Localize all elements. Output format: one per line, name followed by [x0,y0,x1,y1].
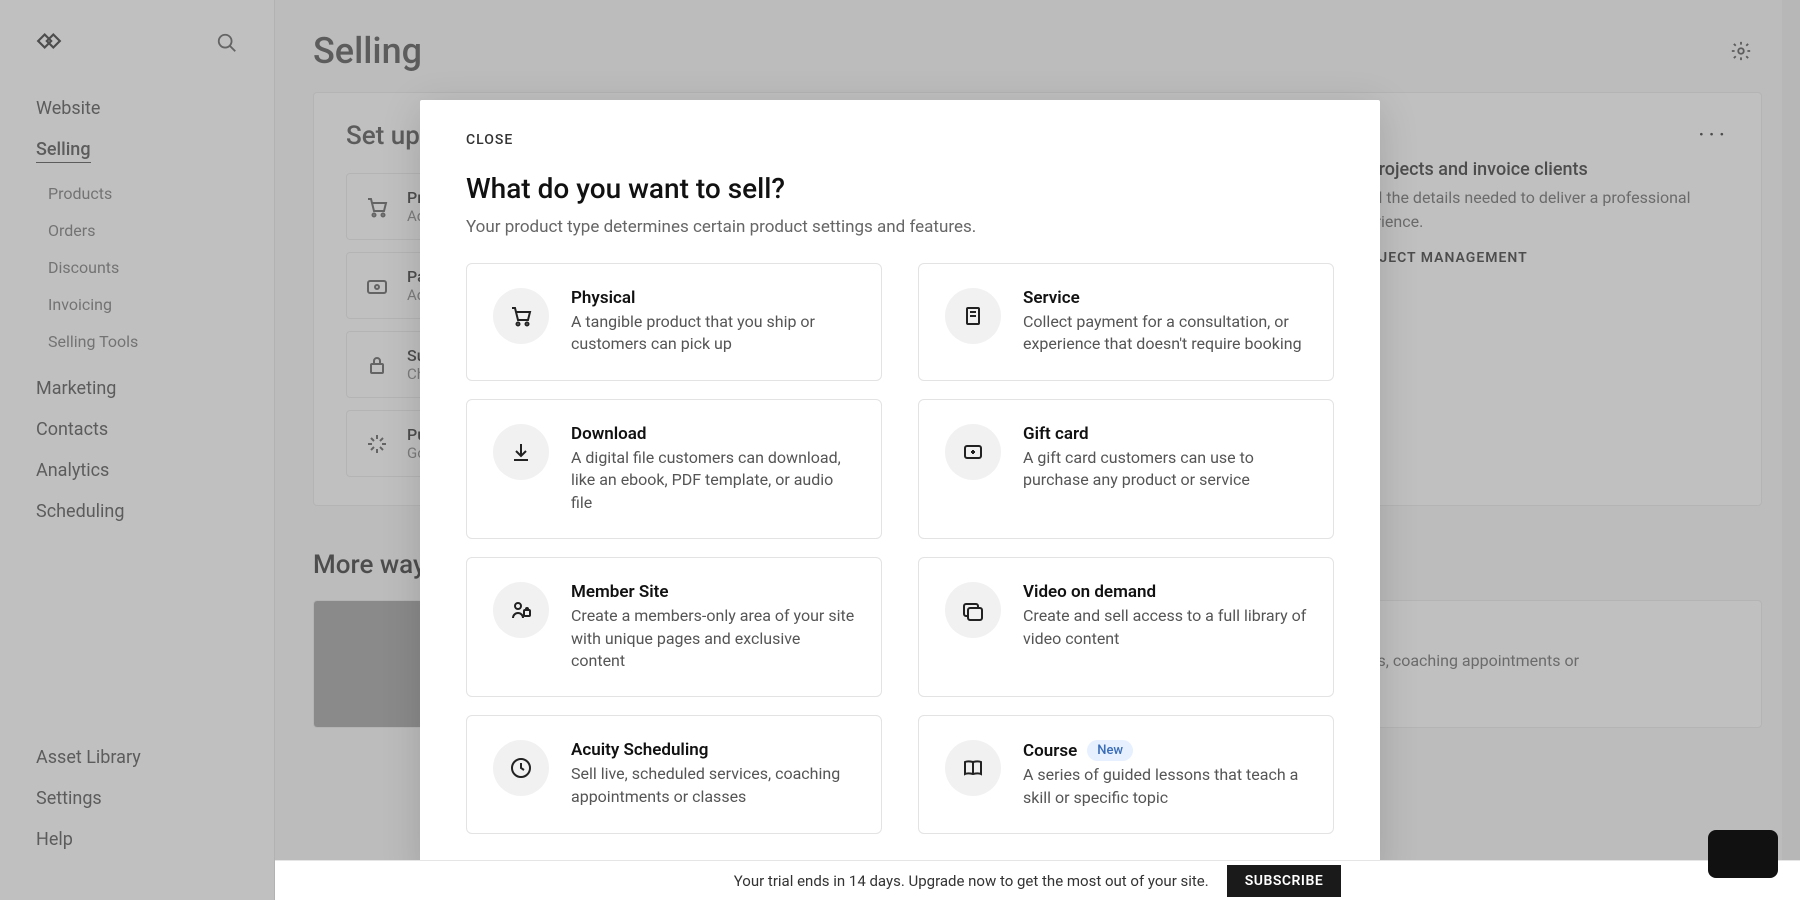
download-icon [493,424,549,480]
close-button[interactable]: Close [466,132,1334,148]
modal-overlay[interactable]: Close What do you want to sell? Your pro… [0,0,1800,900]
clock-icon [493,740,549,796]
gift-card-icon [945,424,1001,480]
option-service[interactable]: ServiceCollect payment for a consultatio… [918,263,1334,381]
help-fab[interactable] [1708,830,1778,878]
option-course[interactable]: CourseNew A series of guided lessons tha… [918,715,1334,834]
trial-banner: Your trial ends in 14 days. Upgrade now … [275,860,1800,900]
product-type-modal: Close What do you want to sell? Your pro… [420,100,1380,876]
option-gift-card[interactable]: Gift cardA gift card customers can use t… [918,399,1334,539]
video-icon [945,582,1001,638]
modal-subtitle: Your product type determines certain pro… [466,217,1334,237]
cart-icon [493,288,549,344]
course-icon [945,740,1001,796]
option-download[interactable]: DownloadA digital file customers can dow… [466,399,882,539]
option-video[interactable]: Video on demandCreate and sell access to… [918,557,1334,697]
modal-title: What do you want to sell? [466,172,1334,205]
member-icon [493,582,549,638]
option-acuity[interactable]: Acuity SchedulingSell live, scheduled se… [466,715,882,834]
trial-text: Your trial ends in 14 days. Upgrade now … [734,872,1209,890]
subscribe-button[interactable]: SUBSCRIBE [1227,865,1342,897]
new-badge: New [1087,740,1133,761]
service-icon [945,288,1001,344]
option-member-site[interactable]: Member SiteCreate a members-only area of… [466,557,882,697]
option-physical[interactable]: PhysicalA tangible product that you ship… [466,263,882,381]
